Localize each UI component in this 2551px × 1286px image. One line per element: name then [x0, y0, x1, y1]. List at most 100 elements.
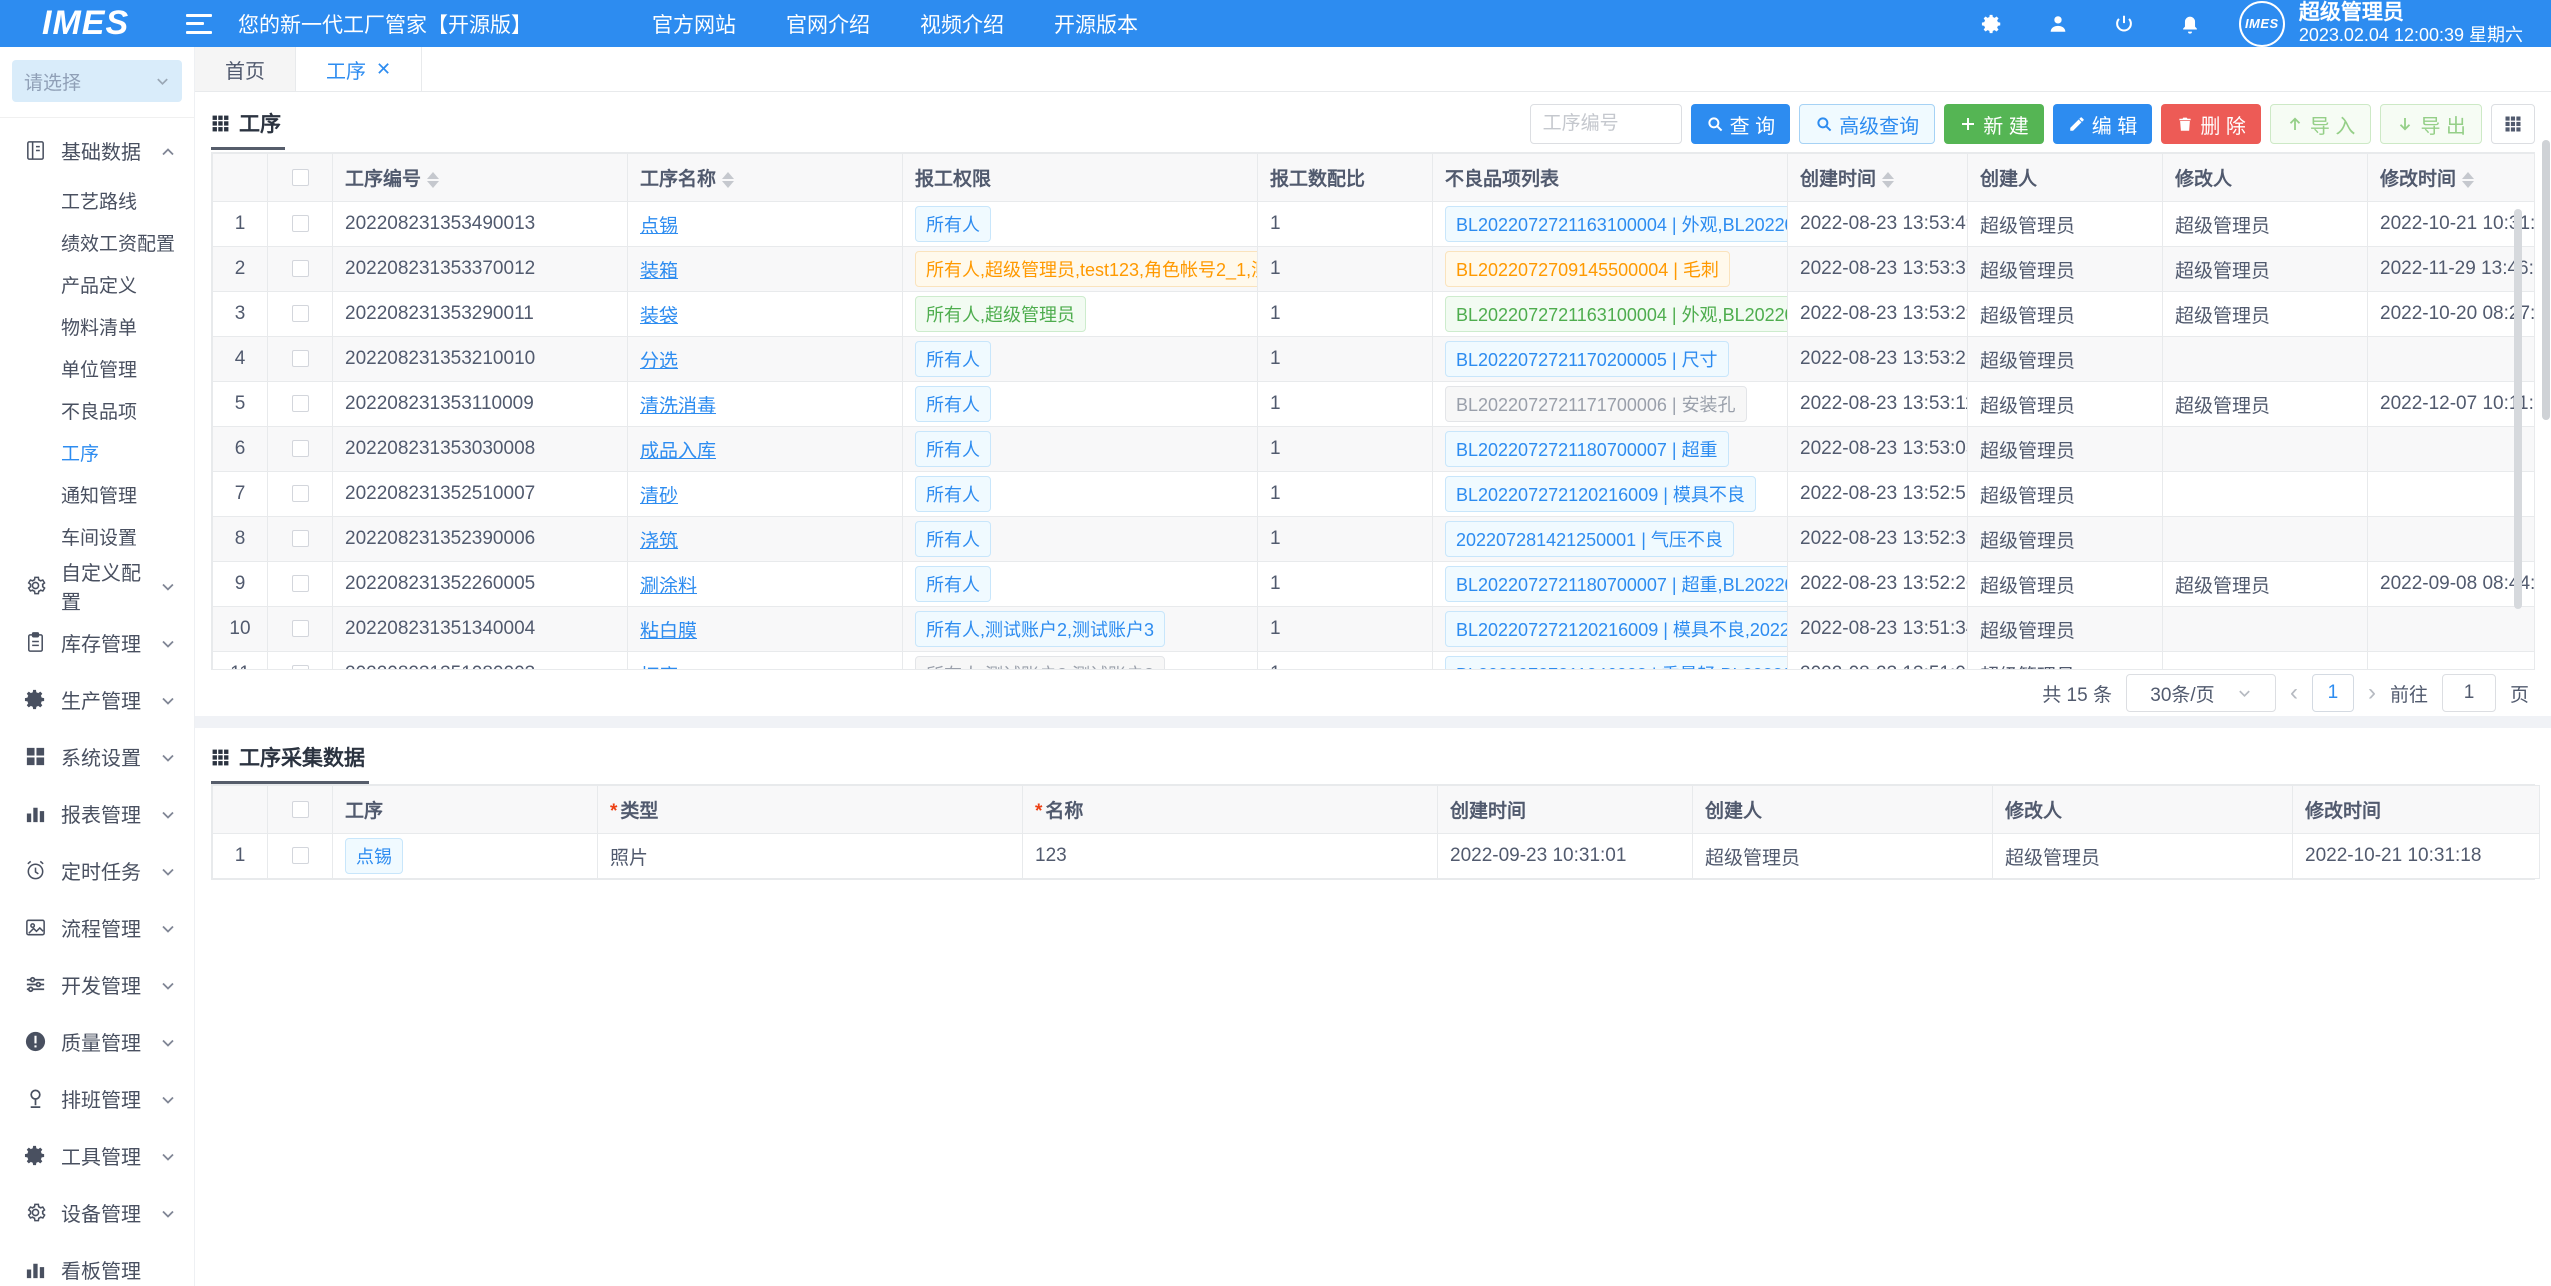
- sidebar-item-物料清单[interactable]: 物料清单: [0, 305, 194, 347]
- logout-icon[interactable]: [2113, 13, 2135, 35]
- sidebar-item-产品定义[interactable]: 产品定义: [0, 263, 194, 305]
- sidebar-group-报表管理[interactable]: 报表管理: [0, 785, 194, 842]
- row-link[interactable]: 成品入库: [640, 441, 716, 462]
- sidebar-item-车间设置[interactable]: 车间设置: [0, 515, 194, 557]
- sidebar-group-开发管理[interactable]: 开发管理: [0, 956, 194, 1013]
- sort-caret-icon[interactable]: [2462, 172, 2474, 188]
- sidebar-group-看板管理[interactable]: 看板管理: [0, 1241, 194, 1286]
- row-link[interactable]: 打磨: [640, 666, 678, 671]
- row-link[interactable]: 点锡: [640, 216, 678, 237]
- next-page-button[interactable]: ›: [2368, 681, 2376, 705]
- current-page-button[interactable]: 1: [2312, 674, 2354, 712]
- cell-created_by: 超级管理员: [1968, 562, 2163, 607]
- view-button[interactable]: [2491, 104, 2535, 144]
- row-link[interactable]: 装箱: [640, 261, 678, 282]
- cell-code: 202208231351080003: [333, 652, 628, 671]
- cell-type: 照片: [598, 834, 1023, 879]
- notifications-icon[interactable]: [2179, 13, 2201, 35]
- row-checkbox[interactable]: [292, 620, 309, 637]
- row-checkbox[interactable]: [292, 575, 309, 592]
- select-all-checkbox[interactable]: [292, 169, 309, 186]
- row-checkbox[interactable]: [292, 305, 309, 322]
- menu-toggle-icon[interactable]: [186, 14, 212, 34]
- row-checkbox[interactable]: [292, 215, 309, 232]
- close-icon[interactable]: ✕: [376, 59, 391, 80]
- row-link[interactable]: 清洗消毒: [640, 396, 716, 417]
- 导出-button[interactable]: 导 出: [2380, 104, 2482, 144]
- sidebar-group-质量管理[interactable]: 质量管理: [0, 1013, 194, 1070]
- row-link[interactable]: 清砂: [640, 486, 678, 507]
- sidebar-item-绩效工资配置[interactable]: 绩效工资配置: [0, 221, 194, 263]
- prev-page-button[interactable]: ‹: [2290, 681, 2298, 705]
- sidebar-group-流程管理[interactable]: 流程管理: [0, 899, 194, 956]
- col-header-工序名称[interactable]: 工序名称: [628, 154, 903, 202]
- search-input[interactable]: [1530, 104, 1682, 144]
- sidebar-group-生产管理[interactable]: 生产管理: [0, 671, 194, 728]
- sidebar-group-工具管理[interactable]: 工具管理: [0, 1127, 194, 1184]
- cell-name: 清洗消毒: [628, 382, 903, 427]
- settings-icon[interactable]: [1981, 13, 2003, 35]
- 删除-button[interactable]: 删 除: [2161, 104, 2261, 144]
- row-link[interactable]: 涮涂料: [640, 576, 697, 597]
- row-checkbox[interactable]: [292, 395, 309, 412]
- 查询-button[interactable]: 查 询: [1691, 104, 1791, 144]
- page-scrollbar[interactable]: [2541, 92, 2551, 1286]
- cell-seq: 4: [213, 337, 268, 382]
- 高级查询-button[interactable]: 高级查询: [1799, 104, 1935, 144]
- row-checkbox[interactable]: [292, 350, 309, 367]
- sidebar-item-工序[interactable]: 工序: [0, 431, 194, 473]
- sidebar-group-基础数据[interactable]: 基础数据: [0, 122, 194, 179]
- sidebar-group-label: 看板管理: [61, 1255, 141, 1284]
- row-checkbox[interactable]: [292, 530, 309, 547]
- nav-link[interactable]: 官方网站: [652, 9, 736, 39]
- row-checkbox[interactable]: [292, 847, 309, 864]
- sidebar-group-库存管理[interactable]: 库存管理: [0, 614, 194, 671]
- tab-工序[interactable]: 工序✕: [296, 47, 422, 91]
- nav-link[interactable]: 开源版本: [1054, 9, 1138, 39]
- panel-divider: [195, 716, 2551, 728]
- goto-page-input[interactable]: [2442, 674, 2496, 712]
- row-link[interactable]: 分选: [640, 351, 678, 372]
- nav-link[interactable]: 官网介绍: [786, 9, 870, 39]
- row-checkbox[interactable]: [292, 440, 309, 457]
- 导入-button[interactable]: 导 入: [2270, 104, 2372, 144]
- sidebar-select[interactable]: 请选择: [12, 60, 182, 102]
- nav-link[interactable]: 视频介绍: [920, 9, 1004, 39]
- sort-caret-icon[interactable]: [427, 172, 439, 188]
- 新建-button[interactable]: 新 建: [1944, 104, 2044, 144]
- cell-code: 202208231352260005: [333, 562, 628, 607]
- sidebar-group-自定义配置[interactable]: 自定义配置: [0, 557, 194, 614]
- row-link[interactable]: 浇筑: [640, 531, 678, 552]
- row-link[interactable]: 粘白膜: [640, 621, 697, 642]
- page-size-select[interactable]: 30条/页: [2126, 674, 2276, 712]
- cell-ratio: 1: [1258, 202, 1433, 247]
- row-checkbox[interactable]: [292, 665, 309, 670]
- sidebar-group-label: 流程管理: [61, 913, 141, 942]
- user-icon[interactable]: [2047, 13, 2069, 35]
- row-checkbox[interactable]: [292, 485, 309, 502]
- sidebar-group-设备管理[interactable]: 设备管理: [0, 1184, 194, 1241]
- table-scrollbar[interactable]: [2514, 209, 2522, 609]
- 编辑-button[interactable]: 编 辑: [2053, 104, 2153, 144]
- sidebar-item-单位管理[interactable]: 单位管理: [0, 347, 194, 389]
- row-checkbox[interactable]: [292, 260, 309, 277]
- sidebar-item-通知管理[interactable]: 通知管理: [0, 473, 194, 515]
- col-header-工序编号[interactable]: 工序编号: [333, 154, 628, 202]
- sort-caret-icon[interactable]: [722, 172, 734, 188]
- col-header-修改时间[interactable]: 修改时间: [2368, 154, 2536, 202]
- col-header-创建时间[interactable]: 创建时间: [1788, 154, 1968, 202]
- row-link[interactable]: 装袋: [640, 306, 678, 327]
- sidebar-group-定时任务[interactable]: 定时任务: [0, 842, 194, 899]
- badge: BL2022072721163100004 | 外观,BL20220727152…: [1445, 206, 1788, 242]
- sidebar-item-不良品项[interactable]: 不良品项: [0, 389, 194, 431]
- select-all-checkbox[interactable]: [292, 801, 309, 818]
- sidebar-group-排班管理[interactable]: 排班管理: [0, 1070, 194, 1127]
- avatar[interactable]: IMES: [2239, 1, 2285, 47]
- sidebar-item-工艺路线[interactable]: 工艺路线: [0, 179, 194, 221]
- cell-created_by: 超级管理员: [1968, 652, 2163, 671]
- sort-caret-icon[interactable]: [1882, 172, 1894, 188]
- sidebar-group-系统设置[interactable]: 系统设置: [0, 728, 194, 785]
- tab-首页[interactable]: 首页: [195, 47, 296, 91]
- badge: BL20220727211046008 | 重量轻,BL202207272118…: [1445, 656, 1788, 670]
- pencil-icon: [2068, 115, 2086, 133]
